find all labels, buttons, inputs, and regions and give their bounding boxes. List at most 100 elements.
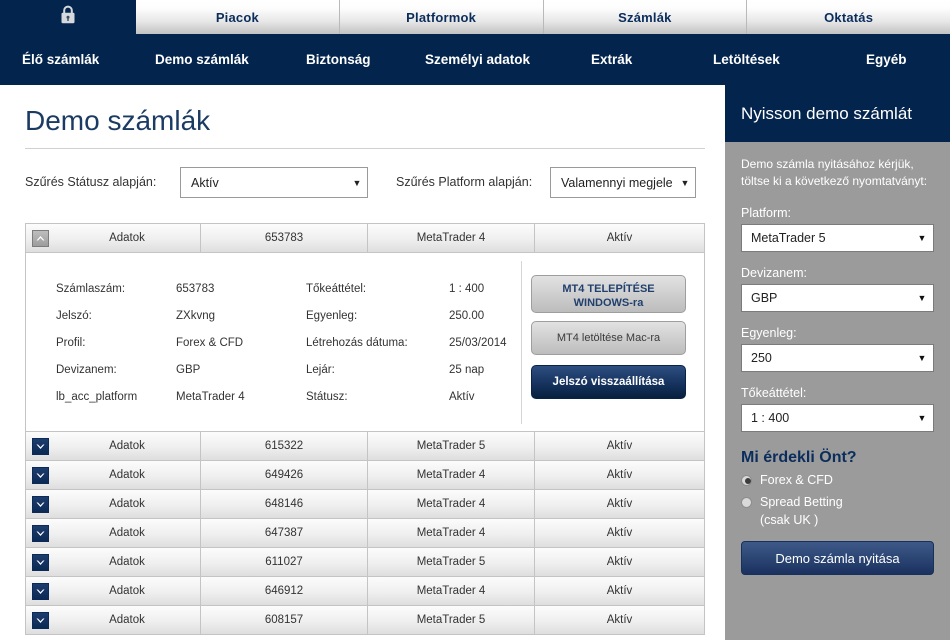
table-row[interactable]: Adatok 648146 MetaTrader 4 Aktív [26, 490, 704, 519]
chevron-down-icon[interactable] [31, 553, 49, 571]
detail-column-right: Tőkeáttétel: 1 : 400 Egyenleg: 250.00 Létr… [306, 275, 507, 410]
subnav-item-letoltesek[interactable]: Letöltések [713, 52, 780, 67]
top-tab-piacok[interactable]: Piacok [136, 0, 340, 34]
reset-password-button[interactable]: Jelszó visszaállítása [531, 365, 686, 399]
table-row[interactable]: Adatok 611027 MetaTrader 5 Aktív [26, 548, 704, 577]
row-account-number: 653783 [201, 224, 368, 252]
chevron-down-icon[interactable] [31, 466, 49, 484]
radio-button-icon[interactable] [741, 474, 752, 486]
detail-key: Létrehozás dátuma: [306, 336, 408, 349]
chevron-down-icon: ▼ [917, 293, 927, 303]
detail-action-buttons: MT4 TELEPÍTÉSE WINDOWS-ra MT4 letöltése … [531, 275, 691, 399]
detail-value: 1 : 400 [449, 282, 485, 295]
row-account-number: 611027 [201, 548, 368, 576]
radio-option-spread-betting[interactable]: Spread Betting [741, 495, 950, 509]
detail-key: Számlaszám: [56, 282, 126, 295]
install-mt4-windows-line1: MT4 TELEPÍTÉSE [562, 283, 655, 295]
detail-value: 25/03/2014 [449, 336, 507, 349]
row-toggle-cell[interactable] [26, 224, 54, 252]
row-account-number: 649426 [201, 461, 368, 489]
currency-field-label: Devizanem: [741, 266, 807, 280]
platform-filter-select[interactable]: Valamennyi megjele ▼ [550, 167, 696, 198]
row-status: Aktív [606, 527, 633, 539]
status-filter-select[interactable]: Aktív ▼ [180, 167, 368, 198]
detail-key: Devizanem: [56, 363, 117, 376]
sidebar-intro-text: Demo számla nyitásához kérjük, töltse ki… [741, 157, 928, 188]
row-status: Aktív [606, 469, 633, 481]
status-filter-value: Aktív [191, 175, 219, 190]
balance-select-value: 250 [751, 351, 772, 365]
row-toggle-cell[interactable] [26, 548, 54, 576]
chevron-down-icon[interactable] [31, 437, 49, 455]
row-status: Aktív [606, 556, 633, 568]
balance-field-label: Egyenleg: [741, 326, 797, 340]
detail-divider [521, 261, 522, 424]
leverage-field-label: Tőkeáttétel: [741, 386, 807, 400]
table-row[interactable]: Adatok 615322 MetaTrader 5 Aktív [26, 432, 704, 461]
subnav-item-szemelyi-adatok[interactable]: Személyi adatok [425, 52, 530, 67]
row-toggle-cell[interactable] [26, 519, 54, 547]
row-data-label: Adatok [54, 548, 201, 576]
page-root: Piacok Platformok Számlák Oktatás Élő sz… [0, 0, 950, 640]
top-tab-label: Platformok [406, 9, 477, 25]
row-platform: MetaTrader 4 [368, 490, 535, 518]
subnav-item-egyeb[interactable]: Egyéb [866, 52, 907, 67]
table-row[interactable]: Adatok 608157 MetaTrader 5 Aktív [26, 606, 704, 635]
top-tab-oktatas[interactable]: Oktatás [747, 0, 950, 34]
chevron-down-icon: ▼ [352, 177, 362, 188]
detail-row: Számlaszám: 653783 [56, 275, 245, 302]
sidebar-title: Nyisson demo számlát [741, 103, 913, 123]
detail-value: 250.00 [449, 309, 485, 322]
leverage-select[interactable]: 1 : 400 ▼ [741, 404, 934, 432]
platform-select[interactable]: MetaTrader 5 ▼ [741, 224, 934, 252]
table-row[interactable]: Adatok 646912 MetaTrader 4 Aktív [26, 577, 704, 606]
download-mt4-mac-button[interactable]: MT4 letöltése Mac-ra [531, 321, 686, 355]
detail-row: Tőkeáttétel: 1 : 400 [306, 275, 507, 302]
subnav-item-elo-szamlak[interactable]: Élő számlák [22, 52, 99, 67]
open-demo-account-button[interactable]: Demo számla nyitása [741, 541, 934, 575]
lock-icon [60, 5, 76, 29]
title-divider [25, 148, 705, 149]
detail-key: Jelszó: [56, 309, 92, 322]
radio-button-icon[interactable] [741, 496, 752, 508]
row-toggle-cell[interactable] [26, 490, 54, 518]
interest-heading: Mi érdekli Önt? [741, 449, 857, 466]
row-platform: MetaTrader 5 [368, 606, 535, 634]
top-tab-platformok[interactable]: Platformok [339, 0, 544, 34]
radio-label: Spread Betting [760, 495, 843, 509]
top-tab-label: Oktatás [824, 9, 874, 25]
row-toggle-cell[interactable] [26, 432, 54, 460]
row-toggle-cell[interactable] [26, 606, 54, 634]
install-mt4-windows-button[interactable]: MT4 TELEPÍTÉSE WINDOWS-ra [531, 275, 686, 313]
subnav-item-demo-szamlak[interactable]: Demo számlák [155, 52, 249, 67]
row-platform: MetaTrader 4 [368, 519, 535, 547]
table-row[interactable]: Adatok 647387 MetaTrader 4 Aktív [26, 519, 704, 548]
chevron-down-icon[interactable] [31, 524, 49, 542]
platform-field-label: Platform: [741, 206, 792, 220]
balance-select[interactable]: 250 ▼ [741, 344, 934, 372]
subnav-item-biztonsag[interactable]: Biztonság [306, 52, 371, 67]
currency-select[interactable]: GBP ▼ [741, 284, 934, 312]
row-toggle-cell[interactable] [26, 577, 54, 605]
row-status: Aktív [606, 498, 633, 510]
detail-key: Lejár: [306, 363, 335, 376]
filter-bar: Szűrés Státusz alapján: Aktív ▼ Szűrés P… [0, 163, 725, 209]
detail-row: Profil: Forex & CFD [56, 329, 245, 356]
open-demo-account-sidebar: Nyisson demo számlát Demo számla nyitásá… [725, 85, 950, 640]
chevron-down-icon[interactable] [31, 582, 49, 600]
row-platform: MetaTrader 4 [368, 224, 535, 252]
radio-option-forex-cfd[interactable]: Forex & CFD [741, 473, 950, 487]
row-data-label: Adatok [54, 432, 201, 460]
subnav-item-extrak[interactable]: Extrák [591, 52, 632, 67]
top-tab-szamlak[interactable]: Számlák [543, 0, 748, 34]
lock-icon-cell[interactable] [0, 0, 136, 34]
row-account-number: 647387 [201, 519, 368, 547]
row-toggle-cell[interactable] [26, 461, 54, 489]
currency-select-value: GBP [751, 291, 778, 305]
chevron-down-icon: ▼ [680, 177, 690, 188]
chevron-up-icon[interactable] [31, 229, 49, 247]
chevron-down-icon[interactable] [31, 495, 49, 513]
table-row-expanded[interactable]: Adatok 653783 MetaTrader 4 Aktív [26, 224, 704, 253]
chevron-down-icon[interactable] [31, 611, 49, 629]
table-row[interactable]: Adatok 649426 MetaTrader 4 Aktív [26, 461, 704, 490]
